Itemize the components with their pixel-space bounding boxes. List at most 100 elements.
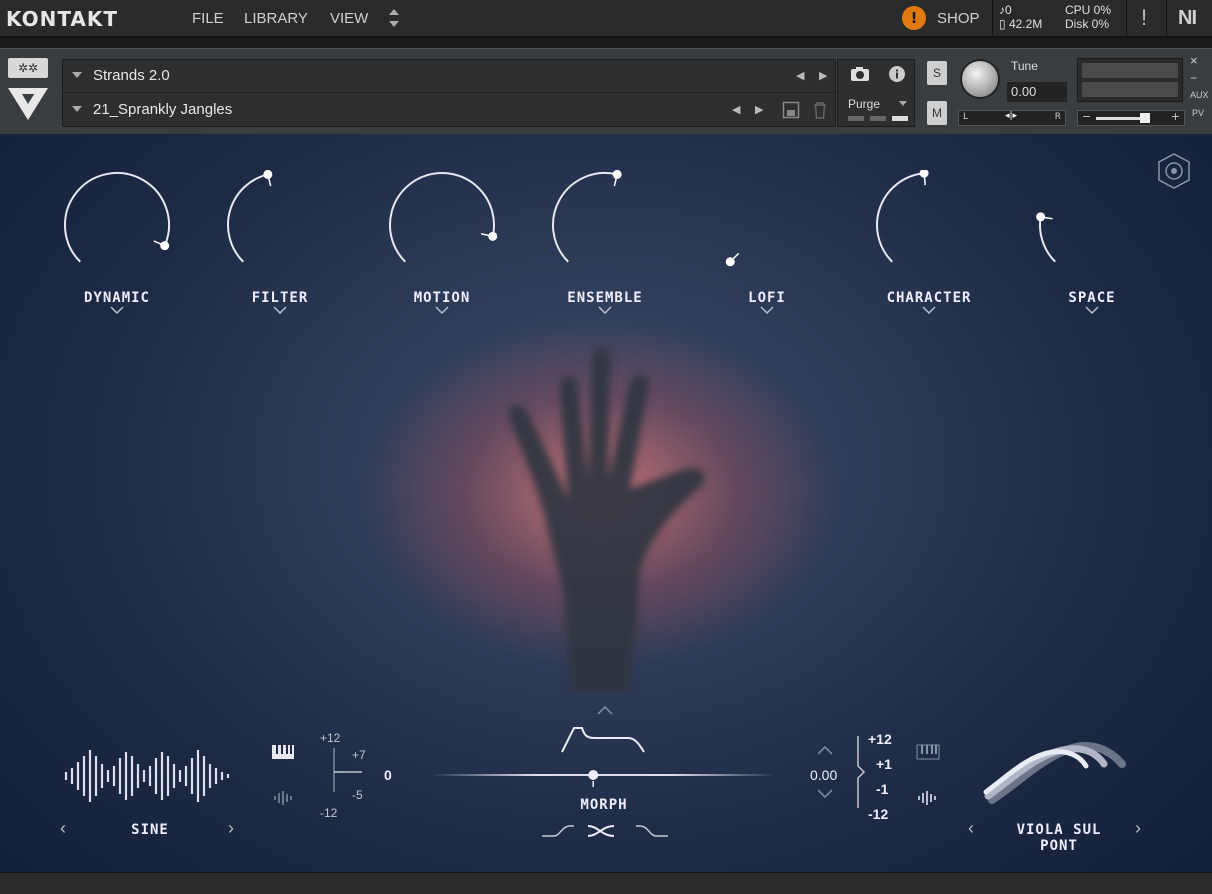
morph-slider[interactable] <box>430 764 776 790</box>
macro-knob-arc[interactable] <box>707 170 827 280</box>
tune-value[interactable]: 0.00 <box>1007 82 1067 102</box>
warning-icon[interactable]: ! <box>1141 5 1147 31</box>
volume-plus[interactable]: + <box>1171 110 1180 123</box>
instrument-options-icon[interactable]: ✲✲ <box>8 58 48 78</box>
macro-knob-arc[interactable] <box>1032 170 1152 280</box>
pitch-range-top: +12 <box>320 731 341 745</box>
pitch-value[interactable]: 0 <box>384 767 392 783</box>
info-icon[interactable] <box>888 65 906 83</box>
macro-knob-arc[interactable] <box>57 170 177 280</box>
waveform-icon[interactable] <box>273 790 295 806</box>
delete-icon[interactable] <box>812 101 828 119</box>
layer-b-next-icon[interactable]: › <box>1135 818 1141 839</box>
divider <box>992 0 993 38</box>
layer-a-prev-icon[interactable]: ‹ <box>60 818 66 839</box>
menu-library[interactable]: LIBRARY <box>244 10 308 27</box>
view-toggle-icon[interactable] <box>387 5 401 31</box>
knob-value-arc <box>389 172 495 263</box>
library-row[interactable]: Strands 2.0 ◀ ▶ <box>63 60 837 93</box>
waveform-icon[interactable] <box>917 790 939 806</box>
preset-name: 21_Sprankly Jangles <box>93 101 233 118</box>
macro-knob-arc[interactable] <box>869 170 989 280</box>
chevron-down-icon[interactable] <box>273 306 287 314</box>
shop-button[interactable]: SHOP <box>937 10 980 27</box>
instrument-main-panel: DYNAMIC FILTER MOTION ENSEMBLE LOFI CHAR… <box>0 134 1212 872</box>
solo-button[interactable]: S <box>927 61 947 85</box>
save-icon[interactable] <box>782 101 800 119</box>
fine-tune-down-icon[interactable] <box>817 789 833 799</box>
pitch-range-slider[interactable] <box>330 746 366 794</box>
output-meter <box>1077 58 1183 102</box>
macro-knob-space[interactable]: SPACE <box>1027 170 1157 314</box>
camera-icon[interactable] <box>850 66 870 82</box>
macro-knob-dynamic[interactable]: DYNAMIC <box>52 170 182 314</box>
layer-b-source-name: VIOLA SUL PONT <box>1016 822 1102 854</box>
macro-knob-filter[interactable]: FILTER <box>215 170 345 314</box>
volume-minus[interactable]: − <box>1082 110 1091 123</box>
piano-keys-icon[interactable] <box>271 744 295 760</box>
chevron-down-icon[interactable] <box>1085 306 1099 314</box>
volume-slider[interactable]: − + <box>1077 110 1185 126</box>
macro-knob-label: DYNAMIC <box>83 290 150 306</box>
preset-next-icon[interactable]: ▶ <box>755 103 763 116</box>
status-bar <box>0 872 1212 894</box>
fine-tune-up-icon[interactable] <box>817 745 833 755</box>
aux-button[interactable]: AUX <box>1190 90 1209 100</box>
chevron-down-icon[interactable] <box>922 306 936 314</box>
library-dropdown-icon[interactable] <box>72 72 82 78</box>
settings-icon[interactable] <box>1155 152 1193 190</box>
macro-knob-motion[interactable]: MOTION <box>377 170 507 314</box>
library-prev-icon[interactable]: ◀ <box>796 69 804 82</box>
pan-slider[interactable]: L ◂|▸ R <box>958 110 1066 126</box>
knob-value-arc <box>64 172 170 263</box>
tune-knob[interactable] <box>960 59 1000 99</box>
minimize-instrument-button[interactable]: − <box>1190 71 1197 85</box>
purge-dropdown-icon[interactable] <box>899 101 907 106</box>
pan-center-handle-icon[interactable]: ◂|▸ <box>1005 111 1017 121</box>
pan-right-label: R <box>1054 112 1061 122</box>
chevron-down-icon[interactable] <box>598 306 612 314</box>
chevron-down-icon[interactable] <box>435 306 449 314</box>
layer-a-next-icon[interactable]: › <box>228 818 234 839</box>
library-name: Strands 2.0 <box>93 67 170 84</box>
shop-alert-icon[interactable]: ! <box>902 6 926 30</box>
macro-knob-arc[interactable] <box>545 170 665 280</box>
morph-curve-icons[interactable] <box>540 822 670 840</box>
purge-menu[interactable]: Purge <box>848 97 880 111</box>
preset-prev-icon[interactable]: ◀ <box>732 103 740 116</box>
macro-knob-arc[interactable] <box>382 170 502 280</box>
chevron-up-icon[interactable] <box>597 705 613 715</box>
divider <box>1166 0 1167 38</box>
macro-knob-arc[interactable] <box>220 170 340 280</box>
octave-minus12[interactable]: -12 <box>868 806 888 822</box>
chevron-down-icon[interactable] <box>110 306 124 314</box>
macro-knob-character[interactable]: CHARACTER <box>864 170 994 314</box>
chevron-down-icon[interactable] <box>760 306 774 314</box>
macro-knob-lofi[interactable]: LOFI <box>702 170 832 314</box>
octave-plus12[interactable]: +12 <box>868 731 892 747</box>
memory-usage: ▯ 42.2M <box>999 17 1042 31</box>
memory-icon: ▯ <box>999 17 1009 31</box>
macro-knob-label: CHARACTER <box>886 290 972 306</box>
instrument-header: ✲✲ Strands 2.0 ◀ ▶ 21_Sprankly Jangles ◀… <box>0 48 1212 134</box>
mute-button[interactable]: M <box>927 101 947 125</box>
menu-file[interactable]: FILE <box>192 10 224 27</box>
pv-button[interactable]: PV <box>1192 108 1204 118</box>
envelope-shape-icon[interactable] <box>560 724 648 756</box>
viola-artwork-icon <box>983 742 1126 804</box>
macro-knob-ensemble[interactable]: ENSEMBLE <box>540 170 670 314</box>
close-instrument-button[interactable]: × <box>1190 53 1198 68</box>
preset-row[interactable]: 21_Sprankly Jangles ◀ ▶ <box>63 94 837 127</box>
octave-minus1[interactable]: -1 <box>876 781 888 797</box>
fine-tune-value[interactable]: 0.00 <box>810 767 837 783</box>
divider <box>1126 0 1127 38</box>
layer-b-prev-icon[interactable]: ‹ <box>968 818 974 839</box>
menu-view[interactable]: VIEW <box>330 10 368 27</box>
layer-a-source-name: SINE <box>131 822 169 838</box>
octave-bracket <box>857 736 866 808</box>
library-next-icon[interactable]: ▶ <box>819 69 827 82</box>
preset-dropdown-icon[interactable] <box>72 106 82 112</box>
octave-plus1[interactable]: +1 <box>876 756 892 772</box>
volume-handle[interactable] <box>1140 113 1150 123</box>
piano-keys-icon[interactable] <box>916 744 940 760</box>
